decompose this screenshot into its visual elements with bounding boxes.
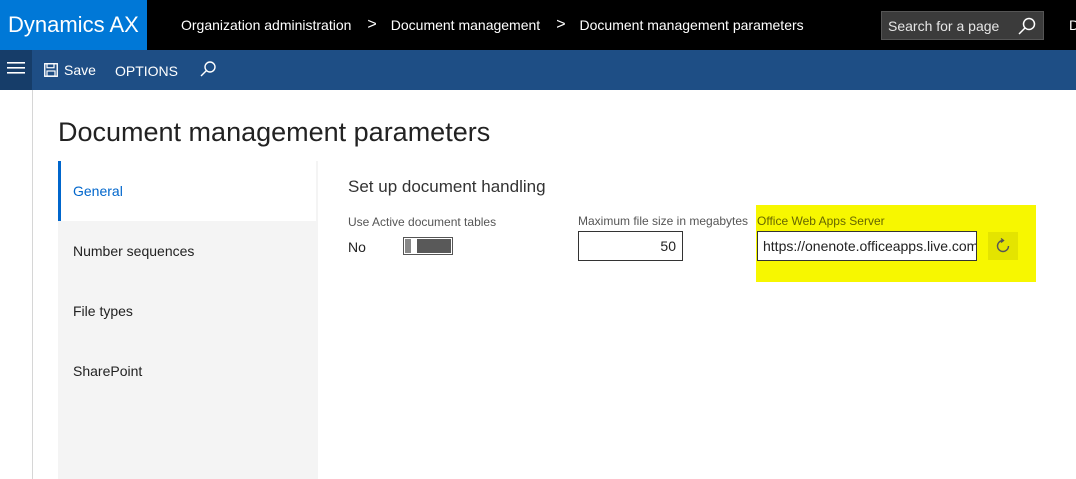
search-icon[interactable] [1017, 16, 1037, 41]
max-file-size-input[interactable] [578, 231, 683, 261]
app-title[interactable]: Dynamics AX [0, 0, 147, 50]
office-web-apps-label: Office Web Apps Server [757, 214, 885, 228]
parameters-nav: General Number sequences File types Shar… [58, 161, 318, 479]
search-icon[interactable] [199, 60, 217, 83]
save-icon [44, 63, 58, 77]
page-search-input[interactable] [882, 17, 1012, 34]
active-doc-tables-value: No [348, 239, 366, 255]
office-web-apps-input[interactable] [757, 231, 977, 261]
active-doc-tables-label: Use Active document tables [348, 215, 497, 229]
nav-item-file-types[interactable]: File types [58, 281, 318, 341]
breadcrumb-separator: > [367, 16, 377, 33]
breadcrumb-separator: > [556, 16, 566, 33]
nav-item-number-sequences[interactable]: Number sequences [58, 221, 318, 281]
refresh-button[interactable] [988, 232, 1018, 260]
breadcrumb-item-document-management-parameters[interactable]: Document management parameters [580, 17, 804, 33]
save-button[interactable]: Save [44, 50, 96, 90]
max-file-size-label: Maximum file size in megabytes [578, 214, 749, 228]
page-title: Document management parameters [58, 117, 491, 147]
toggle-thumb [417, 239, 451, 253]
breadcrumb-item-document-management[interactable]: Document management [391, 17, 540, 33]
options-button[interactable]: OPTIONS [115, 50, 178, 90]
action-bar: Save OPTIONS [0, 50, 1076, 90]
nav-item-sharepoint[interactable]: SharePoint [58, 341, 318, 401]
top-bar: Dynamics AX Organization administration … [0, 0, 1076, 50]
breadcrumb: Organization administration > Document m… [181, 0, 804, 50]
user-menu[interactable]: D [1069, 0, 1076, 50]
breadcrumb-item-organization-administration[interactable]: Organization administration [181, 17, 351, 33]
section-title: Set up document handling [348, 177, 546, 196]
toggle-knob [405, 239, 411, 253]
page-search [881, 11, 1044, 40]
left-rail [0, 90, 33, 479]
refresh-icon [996, 237, 1010, 253]
hamburger-icon [7, 61, 25, 80]
save-label: Save [64, 62, 96, 78]
active-doc-tables-toggle[interactable] [403, 237, 453, 255]
navigation-menu-button[interactable] [0, 50, 32, 90]
nav-item-general[interactable]: General [58, 161, 316, 221]
